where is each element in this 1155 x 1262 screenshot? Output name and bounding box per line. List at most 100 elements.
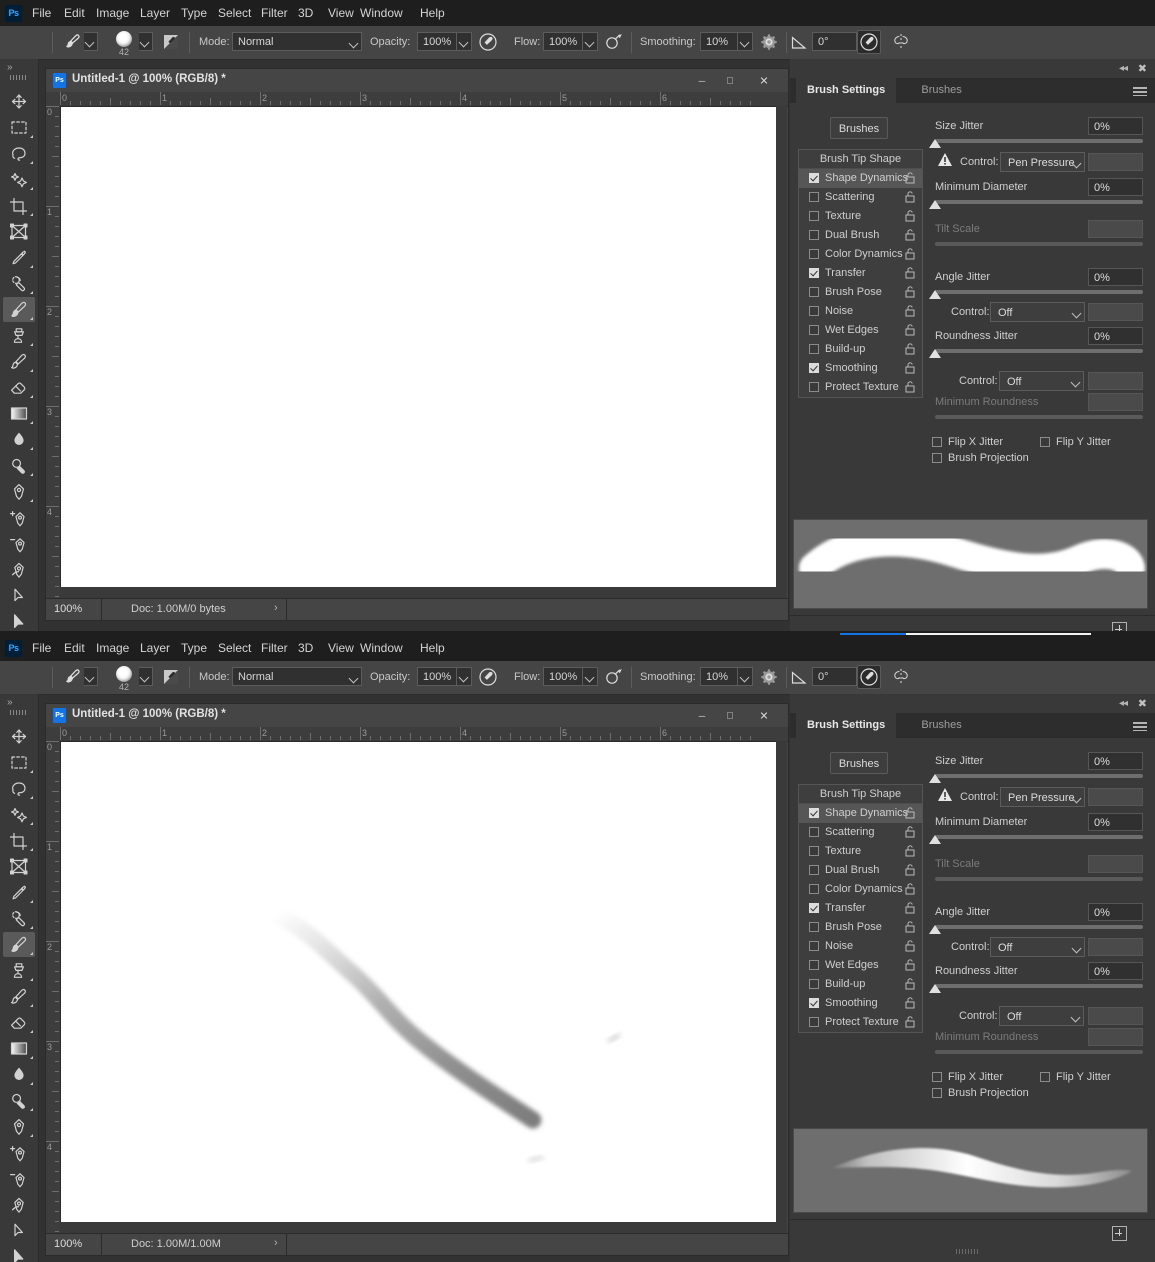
tab-brushes-1[interactable]: Brushes [910,78,972,103]
close-button-1[interactable]: ✕ [750,73,778,89]
brush-preset-picker-icon-1[interactable] [62,31,84,53]
pressure-size-icon-1[interactable] [857,30,881,54]
checkbox-noise-2[interactable] [809,941,819,951]
angle-jitter-handle-1[interactable] [929,290,941,299]
delete-anchor-point-tool-1[interactable] [3,531,35,556]
checkbox-scattering-2[interactable] [809,827,819,837]
angle-jitter-value-1[interactable]: 0% [1088,268,1143,286]
flip-x-jitter-checkbox-2[interactable] [932,1072,942,1082]
checkbox-texture-1[interactable] [809,211,819,221]
pressure-size-icon-2[interactable] [857,665,881,689]
dodge-tool-2[interactable] [3,1088,35,1113]
list-item-1[interactable]: Smoothing [799,359,922,378]
new-brush-preset-icon-1[interactable] [1112,622,1127,631]
zoom-level-2[interactable]: 100% [54,1238,82,1250]
eraser-tool-2[interactable] [3,1010,35,1035]
flip-y-jitter-checkbox-2[interactable] [1040,1072,1050,1082]
list-item-1[interactable]: Dual Brush [799,226,922,245]
pen-tool-2[interactable] [3,1114,35,1139]
menu-select-2[interactable]: Select [213,639,256,657]
direct-selection-tool-1[interactable] [3,609,35,631]
lock-icon-1[interactable] [905,286,915,298]
list-item-2[interactable]: Brush Pose [799,918,922,937]
lock-icon-2[interactable] [905,1016,915,1028]
list-item-2[interactable]: Protect Texture [799,1013,922,1032]
brush-angle-input-1[interactable]: 0° [812,32,857,51]
list-item-2[interactable]: Dual Brush [799,861,922,880]
gradient-tool-2[interactable] [3,1036,35,1061]
list-item-1[interactable]: Scattering [799,188,922,207]
minimum-diameter-handle-2[interactable] [929,835,941,844]
checkbox-protect-texture-1[interactable] [809,382,819,392]
clone-stamp-tool-1[interactable] [3,323,35,348]
tilt-scale-value-2[interactable] [1088,855,1143,873]
lock-icon-1[interactable] [905,305,915,317]
smoothing-chevron-2[interactable] [738,667,753,686]
lasso-tool-2[interactable] [3,776,35,801]
gradient-tool-1[interactable] [3,401,35,426]
size-jitter-handle-2[interactable] [929,774,941,783]
document-title-bar-2[interactable]: Ps Untitled-1 @ 100% (RGB/8) * ─ □ ✕ [46,704,788,727]
roundness-jitter-handle-1[interactable] [929,349,941,358]
tilt-scale-value-1[interactable] [1088,220,1143,238]
size-control-dropdown-1[interactable]: Pen Pressure [1000,152,1085,172]
angle-control-dropdown-2[interactable]: Off [990,937,1085,957]
size-jitter-handle-1[interactable] [929,139,941,148]
menu-3d-1[interactable]: 3D [293,4,318,22]
lock-icon-1[interactable] [905,248,915,260]
lock-icon-2[interactable] [905,959,915,971]
brush-preset-picker-icon-2[interactable] [62,666,84,688]
eyedropper-tool-2[interactable] [3,880,35,905]
list-item-2[interactable]: Noise [799,937,922,956]
menu-filter-2[interactable]: Filter [256,639,293,657]
lock-icon-1[interactable] [905,210,915,222]
lasso-tool-1[interactable] [3,141,35,166]
lock-icon-2[interactable] [905,902,915,914]
brush-size-swatch-1[interactable]: 42 [111,30,137,57]
convert-point-tool-2[interactable] [3,1192,35,1217]
object-selection-tool-2[interactable] [3,802,35,827]
menu-view-2[interactable]: View [323,639,359,657]
brush-tip-shape-header-1[interactable]: Brush Tip Shape [799,150,922,169]
brush-preset-chevron-2[interactable] [84,667,98,686]
symmetry-icon-1[interactable] [890,31,912,53]
checkbox-build-up-1[interactable] [809,344,819,354]
history-brush-tool-1[interactable] [3,349,35,374]
crop-tool-2[interactable] [3,828,35,853]
menu-filter-1[interactable]: Filter [256,4,293,22]
flow-chevron-1[interactable] [583,32,598,51]
expand-toolbar-icon-2[interactable]: » [7,697,13,708]
brush-angle-input-2[interactable]: 0° [812,667,857,686]
maximize-button-2[interactable]: □ [716,708,744,724]
angle-jitter-handle-2[interactable] [929,925,941,934]
size-control-extra-field-2[interactable] [1088,788,1143,806]
checkbox-wet-edges-1[interactable] [809,325,819,335]
size-jitter-slider-2[interactable] [935,774,1143,778]
minimum-roundness-value-2[interactable] [1088,1028,1143,1046]
list-item-1[interactable]: Texture [799,207,922,226]
angle-control-extra-field-2[interactable] [1088,938,1143,956]
checkbox-shape-dynamics-2[interactable] [809,808,819,818]
list-item-1[interactable]: Protect Texture [799,378,922,397]
move-tool-1[interactable] [3,89,35,114]
angle-control-extra-field-1[interactable] [1088,303,1143,321]
add-anchor-point-tool-1[interactable] [3,505,35,530]
lock-icon-2[interactable] [905,921,915,933]
lock-icon-1[interactable] [905,191,915,203]
horizontal-ruler-2[interactable]: 0 1 2 3 4 5 6 [46,727,788,742]
status-expand-arrow-2[interactable]: › [274,1237,278,1249]
list-item-1[interactable]: Build-up [799,340,922,359]
history-brush-tool-2[interactable] [3,984,35,1009]
brush-tip-shape-header-2[interactable]: Brush Tip Shape [799,785,922,804]
minimum-roundness-slider-1[interactable] [935,415,1143,419]
minimum-diameter-handle-1[interactable] [929,200,941,209]
menu-layer-2[interactable]: Layer [135,639,175,657]
lock-icon-2[interactable] [905,864,915,876]
pen-tool-1[interactable] [3,479,35,504]
list-item-2[interactable]: Build-up [799,975,922,994]
minimum-diameter-value-1[interactable]: 0% [1088,178,1143,196]
smoothing-options-gear-icon-2[interactable] [758,666,780,688]
checkbox-scattering-1[interactable] [809,192,819,202]
tab-brush-settings-2[interactable]: Brush Settings [796,713,897,738]
minimum-diameter-slider-1[interactable] [935,200,1143,204]
